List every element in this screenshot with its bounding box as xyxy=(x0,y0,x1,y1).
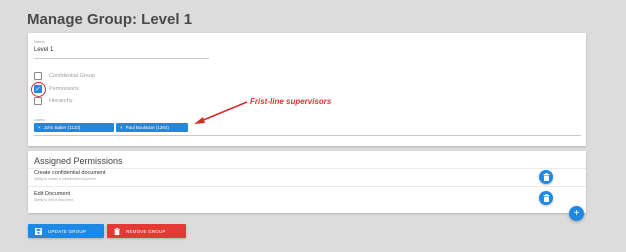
update-group-button[interactable]: UPDATE GROUP xyxy=(28,224,104,238)
trash-icon xyxy=(543,194,549,202)
trash-icon xyxy=(543,173,549,181)
permission-description: Ability to create a confidential documen… xyxy=(34,177,96,181)
update-group-label: UPDATE GROUP xyxy=(48,228,87,234)
divider xyxy=(28,186,586,187)
divider xyxy=(28,168,586,169)
permission-row: Edit Document Ability to edit a document xyxy=(34,191,581,202)
permission-name: Edit Document xyxy=(34,191,71,197)
permission-name: Create confidential document xyxy=(34,170,106,176)
annotation-arrow xyxy=(194,101,248,124)
assigned-permissions-card: Assigned Permissions Create confidential… xyxy=(28,151,586,213)
remove-group-button[interactable]: REMOVE GROUP xyxy=(107,224,186,238)
save-icon xyxy=(35,227,42,235)
annotation-label: Frist-line supervisors xyxy=(250,97,332,106)
add-permission-button[interactable]: + xyxy=(569,206,584,221)
remove-group-label: REMOVE GROUP xyxy=(126,228,166,234)
assigned-permissions-title: Assigned Permissions xyxy=(34,156,123,166)
trash-icon xyxy=(114,227,120,235)
delete-permission-button[interactable] xyxy=(539,170,553,184)
delete-permission-button[interactable] xyxy=(539,191,553,205)
permission-row: Create confidential document Ability to … xyxy=(34,170,581,181)
permission-description: Ability to edit a document xyxy=(34,198,74,202)
